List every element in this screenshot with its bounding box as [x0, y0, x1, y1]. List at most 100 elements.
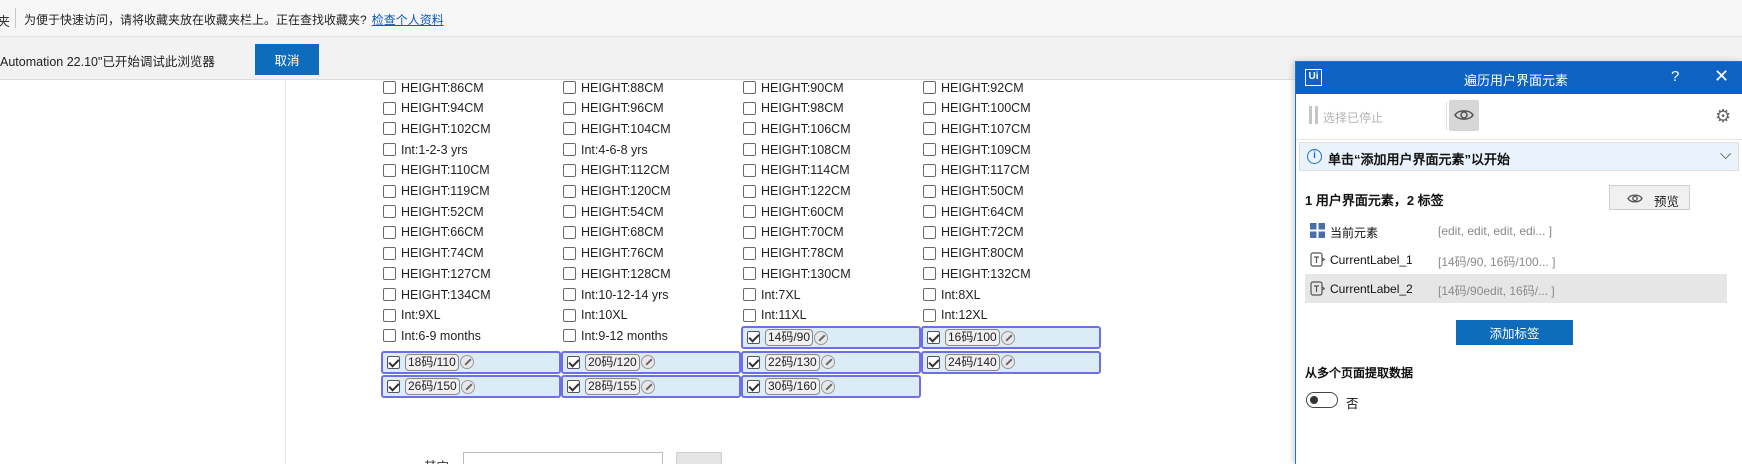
other-input[interactable] — [463, 452, 663, 464]
size-option-selected[interactable]: 14码/90 — [741, 326, 921, 349]
label-row[interactable]: CurrentLabel_1 [14码/90, 16码/100... ] — [1305, 245, 1727, 274]
checkbox[interactable] — [563, 184, 576, 198]
checkbox[interactable] — [743, 122, 756, 136]
add-label-button[interactable]: 添加标签 — [1456, 320, 1573, 345]
size-option[interactable]: HEIGHT:52CM — [383, 200, 484, 223]
checkbox[interactable] — [923, 308, 936, 322]
size-option[interactable]: HEIGHT:122CM — [743, 180, 851, 203]
size-option-selected[interactable]: 20码/120 — [561, 350, 741, 374]
eye-toggle-button[interactable] — [1449, 100, 1479, 131]
checkbox[interactable] — [743, 246, 756, 260]
checkbox[interactable] — [743, 143, 756, 157]
edit-icon[interactable] — [460, 379, 475, 394]
checkbox[interactable] — [567, 380, 580, 393]
cancel-button[interactable]: 取消 — [255, 44, 319, 75]
size-option[interactable]: Int:9-12 months — [563, 324, 668, 347]
chevron-down-icon[interactable]: ⌵ — [1720, 146, 1731, 163]
size-option-selected[interactable]: 28码/155 — [561, 375, 741, 398]
size-option-selected[interactable]: 22码/130 — [741, 350, 921, 374]
checkbox[interactable] — [923, 101, 936, 115]
size-option[interactable]: HEIGHT:102CM — [383, 117, 491, 140]
help-icon[interactable]: ? — [1671, 68, 1679, 85]
close-icon[interactable]: ✕ — [1714, 66, 1729, 87]
size-option[interactable]: HEIGHT:74CM — [383, 242, 484, 265]
edit-icon[interactable] — [820, 379, 835, 394]
size-option[interactable]: HEIGHT:68CM — [563, 221, 664, 244]
size-option[interactable]: HEIGHT:98CM — [743, 97, 844, 120]
edit-icon[interactable] — [820, 355, 835, 369]
size-option[interactable]: Int:9XL — [383, 304, 441, 327]
size-option-selected[interactable]: 24码/140 — [921, 350, 1101, 374]
size-option[interactable]: HEIGHT:66CM — [383, 221, 484, 244]
checkbox[interactable] — [743, 225, 756, 239]
checkbox[interactable] — [563, 246, 576, 260]
checkbox[interactable] — [743, 205, 756, 219]
size-option[interactable]: Int:6-9 months — [383, 324, 481, 347]
edit-icon[interactable] — [640, 355, 655, 369]
checkbox[interactable] — [383, 329, 396, 343]
size-option[interactable]: Int:12XL — [923, 304, 988, 327]
size-option[interactable]: HEIGHT:60CM — [743, 200, 844, 223]
checkbox[interactable] — [927, 355, 940, 369]
checkbox[interactable] — [563, 225, 576, 239]
checkbox[interactable] — [563, 288, 576, 301]
checkbox[interactable] — [383, 143, 396, 157]
checkbox[interactable] — [563, 101, 576, 115]
checkbox[interactable] — [563, 329, 576, 343]
size-option[interactable]: HEIGHT:72CM — [923, 221, 1024, 244]
checkbox[interactable] — [567, 355, 580, 369]
checkbox[interactable] — [563, 81, 576, 94]
size-option[interactable]: HEIGHT:132CM — [923, 262, 1031, 285]
checkbox[interactable] — [923, 143, 936, 157]
size-option[interactable]: HEIGHT:76CM — [563, 242, 664, 265]
checkbox[interactable] — [383, 267, 396, 281]
edit-icon[interactable] — [1000, 330, 1015, 345]
checkbox[interactable] — [563, 308, 576, 322]
checkbox[interactable] — [383, 184, 396, 198]
size-option[interactable]: Int:7XL — [743, 283, 801, 306]
size-option[interactable]: HEIGHT:88CM — [563, 76, 664, 99]
checkbox[interactable] — [383, 288, 396, 301]
size-option[interactable]: HEIGHT:108CM — [743, 138, 851, 161]
checkbox[interactable] — [747, 380, 760, 393]
checkbox[interactable] — [747, 331, 760, 344]
checkbox[interactable] — [743, 288, 756, 301]
size-option[interactable]: HEIGHT:114CM — [743, 159, 850, 182]
size-option[interactable]: HEIGHT:109CM — [923, 138, 1031, 161]
checkbox[interactable] — [747, 355, 760, 369]
size-option[interactable]: HEIGHT:119CM — [383, 180, 490, 203]
checkbox[interactable] — [927, 331, 940, 344]
edit-icon[interactable] — [814, 330, 829, 345]
edit-icon[interactable] — [459, 355, 474, 369]
checkbox[interactable] — [383, 101, 396, 115]
gear-icon[interactable]: ⚙ — [1715, 106, 1731, 127]
checkbox[interactable] — [923, 81, 936, 94]
size-option[interactable]: HEIGHT:107CM — [923, 117, 1031, 140]
checkbox[interactable] — [923, 184, 936, 198]
size-option-selected[interactable]: 18码/110 — [381, 350, 561, 374]
size-option-selected[interactable]: 30码/160 — [741, 375, 921, 398]
size-option[interactable]: HEIGHT:117CM — [923, 159, 1030, 182]
checkbox[interactable] — [923, 246, 936, 260]
checkbox[interactable] — [563, 122, 576, 136]
checkbox[interactable] — [743, 101, 756, 115]
checkbox[interactable] — [383, 246, 396, 260]
size-option[interactable]: HEIGHT:96CM — [563, 97, 664, 120]
checkbox[interactable] — [387, 380, 400, 393]
other-button[interactable] — [676, 452, 722, 464]
checkbox[interactable] — [743, 184, 756, 198]
checkbox[interactable] — [383, 163, 396, 177]
size-option[interactable]: HEIGHT:100CM — [923, 97, 1031, 120]
size-option[interactable]: HEIGHT:130CM — [743, 262, 851, 285]
size-option[interactable]: HEIGHT:86CM — [383, 76, 484, 99]
multi-page-toggle[interactable] — [1306, 392, 1338, 408]
size-option[interactable]: Int:11XL — [743, 304, 807, 327]
size-option[interactable]: HEIGHT:127CM — [383, 262, 491, 285]
checkbox[interactable] — [743, 267, 756, 281]
size-option[interactable]: HEIGHT:106CM — [743, 117, 851, 140]
edit-icon[interactable] — [1000, 355, 1015, 369]
checkbox[interactable] — [923, 122, 936, 136]
checkbox[interactable] — [383, 122, 396, 136]
size-option[interactable]: HEIGHT:110CM — [383, 159, 490, 182]
checkbox[interactable] — [743, 163, 756, 177]
